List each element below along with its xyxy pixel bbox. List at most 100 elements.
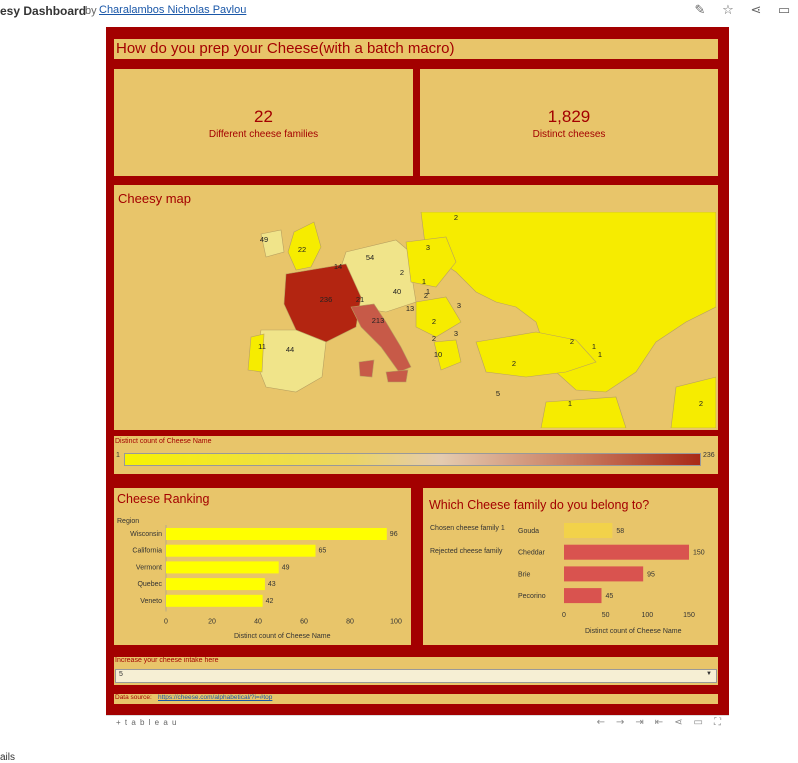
- map-region-north-africa: [540, 396, 627, 428]
- map-value-label: 21: [356, 295, 364, 304]
- map-value-label: 236: [320, 295, 333, 304]
- rank-value-label: 49: [282, 564, 290, 571]
- source-panel: Data source: https://cheese.com/alphabet…: [114, 694, 718, 704]
- map-value-label: 2: [424, 291, 428, 300]
- ranking-xlabel: Distinct count of Cheese Name: [234, 633, 331, 640]
- family-bar: [564, 544, 689, 560]
- rank-value-label: 65: [319, 548, 327, 555]
- page-title: esy Dashboard: [0, 4, 87, 18]
- rank-tick-label: 20: [208, 619, 216, 626]
- legend-title: Distinct count of Cheese Name: [115, 438, 212, 445]
- family-category-label: Cheddar: [518, 550, 546, 557]
- toolbar-icons: ← → ⇥ ⇤ ⋖ ▭ ⛶: [597, 717, 721, 728]
- rank-bar: [166, 594, 263, 607]
- rank-category-label: Wisconsin: [130, 531, 162, 538]
- rank-category-label: Vermont: [136, 564, 162, 571]
- family-bar: [564, 566, 644, 582]
- rank-tick-label: 80: [346, 619, 354, 626]
- map-value-label: 22: [298, 245, 306, 254]
- map-value-label: 1: [592, 342, 596, 351]
- family-category-label: Gouda: [518, 528, 539, 535]
- star-icon[interactable]: ☆: [720, 3, 736, 19]
- fullscreen-icon[interactable]: ⛶: [714, 717, 721, 728]
- family-panel: Which Cheese family do you belong to? Ch…: [423, 488, 718, 645]
- top-actions: ✎ ☆ ⋖ ▭: [692, 3, 792, 19]
- rank-bar: [166, 544, 316, 557]
- map-value-label: 2: [432, 334, 436, 343]
- intake-value: 5: [119, 671, 123, 678]
- family-tick-label: 100: [641, 612, 653, 619]
- chevron-down-icon: ▼: [706, 671, 712, 677]
- kpi-cheeses-label: Distinct cheeses: [532, 129, 606, 140]
- family-value-label: 95: [647, 571, 655, 578]
- rank-bar: [166, 528, 387, 540]
- map-value-label: 14: [334, 262, 342, 271]
- family-value-label: 58: [616, 528, 624, 535]
- map-value-label: 49: [260, 235, 268, 244]
- map-value-label: 3: [454, 329, 458, 338]
- map-region-sicily: [385, 369, 409, 383]
- start-icon[interactable]: ⇤: [655, 717, 663, 728]
- kpi-families-value: 22: [254, 107, 273, 126]
- comment-icon[interactable]: ▭: [776, 3, 792, 19]
- map-value-label: 2: [512, 359, 516, 368]
- map-value-label: 5: [496, 389, 500, 398]
- author-link[interactable]: Charalambos Nicholas Pavlou: [99, 4, 246, 16]
- ranking-panel: Cheese Ranking Region Wisconsin 96 Califor…: [114, 488, 411, 645]
- family-chart: Gouda 58 Cheddar 150 Brie 95 Pecorino 45 0 50 100 1…: [518, 523, 705, 619]
- map-value-label: 11: [258, 342, 266, 351]
- details-label: ails: [0, 752, 16, 763]
- map-value-label: 2: [570, 337, 574, 346]
- top-bar: esy Dashboard by Charalambos Nicholas Pa…: [0, 0, 798, 24]
- rank-bar: [166, 561, 279, 574]
- share-icon[interactable]: ⋖: [674, 717, 682, 728]
- family-value-label: 150: [693, 550, 705, 557]
- map-svg: 249221454321140 2236 2113232132311 44 110221…: [116, 212, 716, 428]
- source-label: Data source:: [115, 694, 152, 701]
- map-value-label: 3: [426, 243, 430, 252]
- family-tick-label: 50: [602, 612, 610, 619]
- rank-tick-label: 40: [254, 619, 262, 626]
- family-bar: [564, 588, 602, 604]
- map-value-label: 2: [432, 317, 436, 326]
- by-label: by: [85, 5, 97, 17]
- kpi-families: 22 Different cheese families: [114, 69, 413, 176]
- map-value-label: 44: [286, 345, 294, 354]
- share-icon[interactable]: ⋖: [748, 3, 764, 19]
- undo-icon[interactable]: ←: [597, 717, 605, 728]
- revert-icon[interactable]: ⇥: [635, 717, 643, 728]
- intake-dropdown[interactable]: 5 ▼: [115, 669, 717, 683]
- source-link[interactable]: https://cheese.com/alphabetical/?i=#top: [158, 694, 272, 701]
- intake-panel: Increase your cheese intake here 5 ▼: [114, 657, 718, 685]
- legend-min: 1: [116, 452, 120, 459]
- map-value-label: 3: [457, 301, 461, 310]
- edit-icon[interactable]: ✎: [692, 3, 708, 19]
- family-tick-label: 150: [683, 612, 695, 619]
- family-category-label: Pecorino: [518, 593, 546, 600]
- rank-tick-label: 60: [300, 619, 308, 626]
- map-value-label: 2: [400, 268, 404, 277]
- map-value-label: 2: [699, 399, 703, 408]
- rank-value-label: 43: [268, 581, 276, 588]
- map-value-label: 13: [406, 304, 414, 313]
- redo-icon[interactable]: →: [616, 717, 624, 728]
- legend-gradient: [124, 453, 701, 466]
- rank-bar: [166, 578, 265, 591]
- rank-tick-label: 0: [164, 619, 168, 626]
- map-region-sardinia: [358, 359, 375, 378]
- kpi-cheeses-value: 1,829: [547, 107, 591, 126]
- map-value-label: 54: [366, 253, 374, 262]
- map-value-label: 1: [568, 399, 572, 408]
- map-title: Cheesy map: [118, 191, 191, 206]
- rank-tick-label: 100: [390, 619, 402, 626]
- map-value-label: 2: [454, 213, 458, 222]
- legend-max: 236: [703, 452, 715, 459]
- dashboard-title-panel: How do you prep your Cheese(with a batch…: [114, 39, 718, 59]
- comment-icon[interactable]: ▭: [694, 717, 703, 728]
- legend-panel: Distinct count of Cheese Name 1 236: [114, 436, 718, 474]
- ranking-chart: Wisconsin 96 California 65 Vermont 49 Quebec 43…: [130, 525, 402, 626]
- rank-value-label: 96: [390, 531, 398, 538]
- family-category-label: Brie: [518, 571, 531, 578]
- tableau-logo[interactable]: + t a b l e a u: [116, 718, 177, 727]
- europe-map[interactable]: 2 49 22 14 54 3 2 1 1 40 2 236 21 13 2 3 213 2 3 11 44 1 10 2 2 1…: [116, 212, 716, 428]
